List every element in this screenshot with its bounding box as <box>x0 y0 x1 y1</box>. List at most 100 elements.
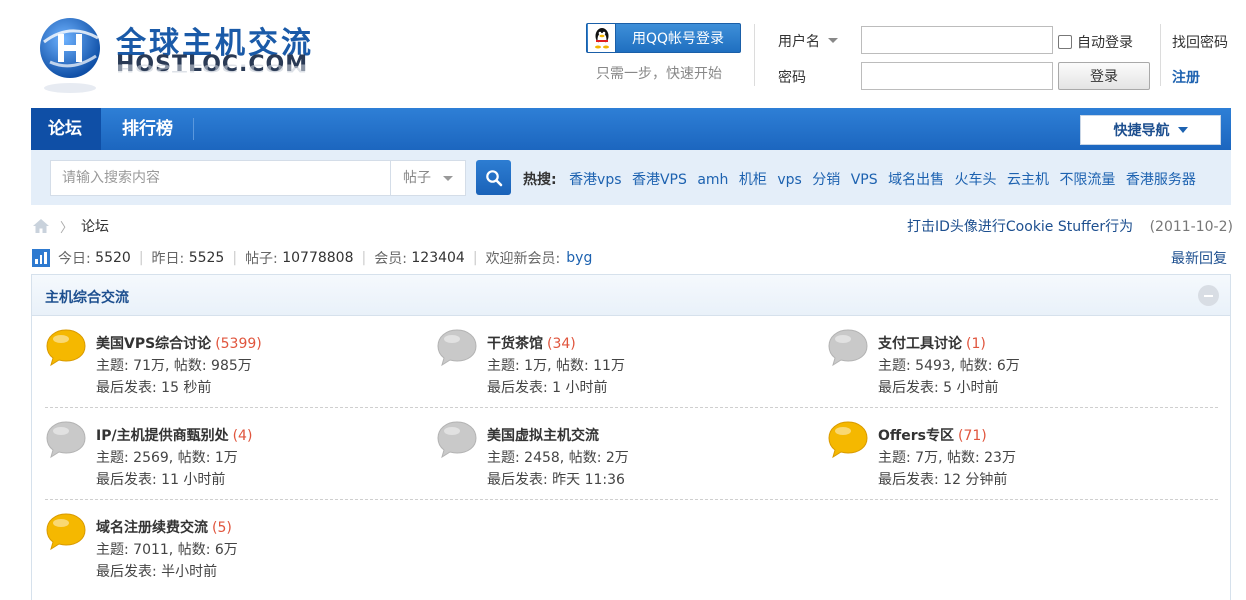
quick-nav-label: 快捷导航 <box>1113 123 1170 139</box>
welcome-label: 欢迎新会员: <box>485 251 561 267</box>
stat-posts-label: 帖子: <box>245 251 278 267</box>
hot-search-item[interactable]: 机柜 <box>739 172 767 188</box>
forum-item[interactable]: IP/主机提供商甄别处 (4) 主题: 2569, 帖数: 1万 最后发表: 11… <box>45 411 425 501</box>
forum-item[interactable]: 支付工具讨论 (1) 主题: 5493, 帖数: 6万 最后发表: 5 小时前 <box>827 319 1207 409</box>
hot-search-item[interactable]: 分销 <box>812 172 840 188</box>
qq-login-button[interactable]: 用QQ帐号登录 <box>586 23 741 53</box>
row-divider <box>45 407 1218 408</box>
chevron-down-icon <box>1177 127 1188 133</box>
forum-stats-line: 主题: 7011, 帖数: 6万 <box>96 542 238 558</box>
forum-today-count: (1) <box>966 336 986 352</box>
search-input[interactable]: 请输入搜索内容 <box>50 160 392 196</box>
stat-yesterday-label: 昨日: <box>151 251 185 267</box>
forum-bubble-icon <box>46 421 86 459</box>
newest-member-link[interactable]: byg <box>566 250 592 266</box>
chevron-down-icon <box>828 38 838 43</box>
latest-reply-link[interactable]: 最新回复 <box>1171 248 1227 268</box>
forum-last-post[interactable]: 最后发表: 15 秒前 <box>96 377 211 397</box>
announcement-title[interactable]: 打击ID头像进行Cookie Stuffer行为 <box>907 219 1133 235</box>
username-input[interactable] <box>861 26 1053 54</box>
username-label: 用户名 <box>778 34 820 50</box>
hot-search-item[interactable]: amh <box>697 172 728 188</box>
forum-last-post[interactable]: 最后发表: 12 分钟前 <box>878 469 1007 489</box>
collapse-toggle-icon[interactable] <box>1198 285 1219 306</box>
password-label: 密码 <box>778 70 806 86</box>
forum-last-post[interactable]: 最后发表: 1 小时前 <box>487 377 608 397</box>
forum-item[interactable]: 域名注册续费交流 (5) 主题: 7011, 帖数: 6万 最后发表: 半小时前 <box>45 503 425 593</box>
hot-search-item[interactable]: vps <box>777 172 801 188</box>
forum-item[interactable]: 干货茶馆 (34) 主题: 1万, 帖数: 11万 最后发表: 1 小时前 <box>436 319 816 409</box>
forum-name[interactable]: 域名注册续费交流 <box>96 520 208 536</box>
search-type-select[interactable]: 帖子 <box>390 160 466 196</box>
forum-name[interactable]: 干货茶馆 <box>487 336 543 352</box>
nav-divider <box>193 118 194 140</box>
username-type-select[interactable]: 用户名 <box>778 31 838 51</box>
forum-name[interactable]: Offers专区 <box>878 428 954 444</box>
header-divider <box>754 24 755 86</box>
chevron-down-icon <box>443 176 453 181</box>
hot-search-item[interactable]: VPS <box>851 172 878 188</box>
forum-name[interactable]: 支付工具讨论 <box>878 336 962 352</box>
stat-posts: 10778808 <box>282 250 354 266</box>
forum-last-post[interactable]: 最后发表: 11 小时前 <box>96 469 225 489</box>
stats-divider: | <box>232 250 238 266</box>
forgot-password-link[interactable]: 找回密码 <box>1172 32 1228 52</box>
forum-last-post[interactable]: 最后发表: 半小时前 <box>96 561 217 581</box>
forum-today-count: (5399) <box>215 336 262 352</box>
hot-search-item[interactable]: 香港vps <box>569 172 621 188</box>
forum-category: 主机综合交流 美国VPS综合讨论 (5399) 主题: 71万, 帖数: 985万… <box>31 274 1231 600</box>
site-logo[interactable]: 全球主机交流 HOSTLOC.COM HOSTLOC.COM <box>32 12 352 96</box>
forum-bubble-icon <box>46 329 86 367</box>
category-header: 主机综合交流 <box>32 275 1230 316</box>
logo-globe-icon <box>40 18 100 93</box>
qq-login-label: 用QQ帐号登录 <box>631 31 725 47</box>
forum-name[interactable]: IP/主机提供商甄别处 <box>96 428 229 444</box>
forum-last-post[interactable]: 最后发表: 昨天 11:36 <box>487 469 625 489</box>
forum-stats-line: 主题: 2458, 帖数: 2万 <box>487 450 629 466</box>
auto-login-checkbox[interactable]: 自动登录 <box>1058 32 1133 52</box>
quick-nav-dropdown[interactable]: 快捷导航 <box>1080 115 1221 145</box>
hot-search-item[interactable]: 香港服务器 <box>1126 172 1196 188</box>
breadcrumb-current[interactable]: 论坛 <box>81 216 109 236</box>
search-type-label: 帖子 <box>403 170 431 186</box>
forum-stats-line: 主题: 71万, 帖数: 985万 <box>96 358 252 374</box>
announcement-date: (2011-10-2) <box>1149 219 1233 235</box>
chevron-right-icon: 〉 <box>60 220 74 236</box>
forum-stats-line: 主题: 2569, 帖数: 1万 <box>96 450 238 466</box>
hot-search-item[interactable]: 香港VPS <box>632 172 687 188</box>
login-button[interactable]: 登录 <box>1058 62 1150 90</box>
checkbox-icon <box>1058 35 1072 49</box>
nav-item-forum[interactable]: 论坛 <box>31 108 101 150</box>
stats-chart-icon <box>32 249 50 267</box>
hot-search-item[interactable]: 域名出售 <box>888 172 944 188</box>
forum-stats-line: 主题: 5493, 帖数: 6万 <box>878 358 1020 374</box>
forum-name[interactable]: 美国虚拟主机交流 <box>487 428 599 444</box>
forum-item[interactable]: 美国VPS综合讨论 (5399) 主题: 71万, 帖数: 985万 最后发表: … <box>45 319 425 409</box>
forum-name[interactable]: 美国VPS综合讨论 <box>96 336 211 352</box>
forum-item[interactable]: 美国虚拟主机交流 主题: 2458, 帖数: 2万 最后发表: 昨天 11:36 <box>436 411 816 501</box>
row-divider <box>45 499 1218 500</box>
search-button[interactable] <box>476 160 511 195</box>
forum-stats: 今日: 5520 | 昨日: 5525 | 帖子: 10778808 | 会员:… <box>32 248 592 268</box>
forum-today-count: (71) <box>957 428 987 444</box>
forum-last-post[interactable]: 最后发表: 5 小时前 <box>878 377 999 397</box>
stat-members: 123404 <box>411 250 465 266</box>
nav-item-ranking[interactable]: 排行榜 <box>105 108 190 150</box>
forum-item[interactable]: Offers专区 (71) 主题: 7万, 帖数: 23万 最后发表: 12 分钟… <box>827 411 1207 501</box>
hot-search-item[interactable]: 云主机 <box>1007 172 1049 188</box>
forum-stats-line: 主题: 1万, 帖数: 11万 <box>487 358 625 374</box>
home-icon[interactable] <box>32 218 50 234</box>
password-input[interactable] <box>861 62 1053 90</box>
search-bar: 请输入搜索内容 帖子 热搜: 香港vps 香港VPS amh 机柜 vps 分销… <box>31 150 1231 205</box>
forum-bubble-icon <box>828 421 868 459</box>
header-divider <box>1160 24 1161 86</box>
category-title[interactable]: 主机综合交流 <box>45 287 129 307</box>
forum-today-count: (34) <box>547 336 576 352</box>
register-link[interactable]: 注册 <box>1172 67 1200 87</box>
stat-today: 5520 <box>95 250 131 266</box>
stats-divider: | <box>138 250 144 266</box>
hot-search-item[interactable]: 不限流量 <box>1059 172 1115 188</box>
forum-bubble-icon <box>437 421 477 459</box>
stats-divider: | <box>472 250 478 266</box>
hot-search-item[interactable]: 火车头 <box>955 172 997 188</box>
